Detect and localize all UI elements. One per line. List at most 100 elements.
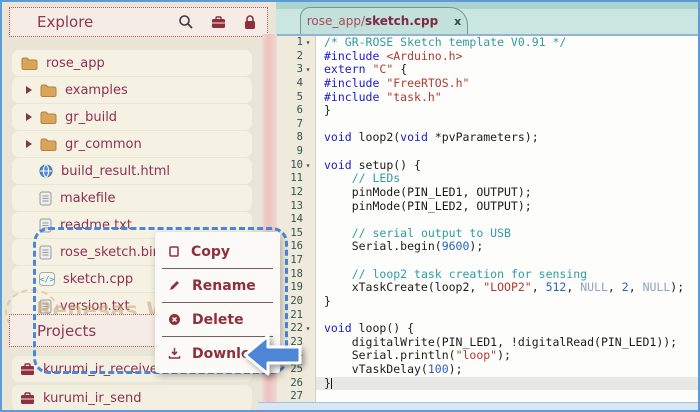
fold-toggle-icon[interactable]: ▾ [303, 36, 313, 50]
tab-rose-app-sketch-cpp[interactable]: rose_app/sketch.cpp x [300, 7, 468, 34]
code-line-content[interactable]: digitalWrite(PIN_LED1, !digitalRead(PIN_… [316, 336, 698, 350]
code-line-content[interactable] [316, 145, 698, 159]
editor-horizontal-scrollbar[interactable] [258, 402, 698, 410]
code-line-content[interactable]: // loop2 task creation for sensing [316, 268, 698, 282]
gutter-cell: 9 [276, 145, 316, 159]
lock-icon[interactable] [243, 14, 257, 30]
menu-item-label: Copy [191, 244, 230, 260]
code-line: 17 [276, 254, 698, 268]
expand-icon[interactable] [25, 85, 33, 95]
code-token: ); [670, 280, 684, 294]
code-line: 16 Serial.begin(9600); [276, 240, 698, 254]
tree-item-label: rose_app [46, 56, 105, 71]
code-line-content[interactable]: // LEDs [316, 172, 698, 186]
text-cursor [331, 378, 332, 389]
line-number: 11 [290, 172, 303, 186]
code-line-content[interactable] [316, 118, 698, 132]
tab-title: rose_app/sketch.cpp [307, 14, 438, 28]
fold-toggle-icon[interactable]: ▾ [303, 159, 313, 173]
code-line-content[interactable] [316, 213, 698, 227]
code-line-content[interactable]: #include "FreeRTOS.h" [316, 77, 698, 91]
tree-item-build_result.html[interactable]: build_result.html [12, 158, 252, 184]
line-number: 18 [290, 268, 303, 282]
line-number: 12 [290, 186, 303, 200]
toolbox-icon [20, 392, 35, 405]
code-line-content[interactable] [316, 309, 698, 323]
tab-layer: rose_app/sketch.cpp x [276, 2, 698, 34]
code-line: 5#include "task.h" [276, 91, 698, 105]
menu-item-label: Rename [192, 278, 256, 294]
code-line-content[interactable]: // serial output to USB [316, 227, 698, 241]
code-token: void [324, 130, 352, 144]
line-number: 7 [297, 118, 303, 132]
tree-item-gr_build[interactable]: gr_build [12, 104, 252, 130]
code-line-content[interactable]: vTaskDelay(100); [316, 363, 698, 377]
toolbox-icon [20, 363, 35, 376]
code-token: NULL [643, 280, 671, 294]
menu-item-copy[interactable]: Copy [155, 235, 280, 268]
code-token: // LEDs [352, 171, 400, 185]
code-line-content[interactable] [316, 254, 698, 268]
code-line-content[interactable]: } [316, 377, 698, 391]
expand-icon[interactable] [25, 112, 33, 122]
code-token: ); [449, 362, 463, 376]
code-line: 8void loop2(void *pvParameters); [276, 131, 698, 145]
tree-item-label: build_result.html [61, 164, 170, 179]
code-token: 2 [622, 280, 629, 294]
code-line-content[interactable]: pinMode(PIN_LED1, OUTPUT); [316, 186, 698, 200]
code-line-content[interactable]: xTaskCreate(loop2, "LOOP2", 512, NULL, 2… [316, 281, 698, 295]
code-token: #include [324, 76, 379, 90]
project-item-kurumi_ir_send[interactable]: kurumi_ir_send [12, 385, 252, 411]
code-line: 4 #include "FreeRTOS.h" [276, 77, 698, 91]
line-number: 10 [290, 159, 303, 173]
code-line-content[interactable]: void setup() { [316, 159, 698, 173]
toolbox-icon[interactable] [211, 16, 226, 29]
line-number: 21 [290, 309, 303, 323]
code-token: , [608, 280, 622, 294]
code-token: void [400, 130, 428, 144]
code-token: // serial output to USB [352, 226, 511, 240]
menu-item-rename[interactable]: Rename [155, 269, 280, 302]
fold-toggle-icon[interactable]: ▾ [303, 63, 313, 77]
code-line-content[interactable]: #include "task.h" [316, 91, 698, 105]
menu-item-delete[interactable]: Delete [155, 303, 280, 336]
explorer-header: Explore [9, 7, 268, 37]
explorer-title: Explore [37, 13, 178, 31]
code-line-content[interactable]: } [316, 295, 698, 309]
code-token: 100 [428, 362, 449, 376]
tree-item-examples[interactable]: examples [12, 77, 252, 103]
code-line: 6} [276, 104, 698, 118]
code-line-content[interactable]: /* GR-ROSE Sketch template V0.91 */ [316, 36, 698, 50]
code-line: 21 [276, 309, 698, 323]
tree-item-label: examples [65, 83, 128, 98]
code-line-content[interactable]: void loop2(void *pvParameters); [316, 131, 698, 145]
code-line: 9 [276, 145, 698, 159]
code-line-content[interactable]: Serial.println("loop"); [316, 349, 698, 363]
expand-icon[interactable] [25, 139, 33, 149]
tree-item-makefile[interactable]: makefile [12, 185, 252, 211]
code-line-content[interactable]: Serial.begin(9600); [316, 240, 698, 254]
tab-close-icon[interactable]: x [454, 15, 461, 28]
gutter-cell: 12 [276, 186, 316, 200]
tree-item-gr_common[interactable]: gr_common [12, 131, 252, 157]
code-line: 14 [276, 213, 698, 227]
code-token: { [393, 62, 407, 76]
code-line-content[interactable]: extern "C" { [316, 63, 698, 77]
code-line-content[interactable]: pinMode(PIN_LED2, OUTPUT); [316, 200, 698, 214]
line-number: 19 [290, 281, 303, 295]
code-line-content[interactable]: } [316, 104, 698, 118]
line-number: 4 [297, 77, 303, 91]
search-icon[interactable] [178, 14, 194, 30]
code-token: void [324, 158, 352, 172]
tree-item-rose_app[interactable]: rose_app [12, 50, 252, 76]
code-line-content[interactable]: void loop() { [316, 322, 698, 336]
tab-file-name: sketch.cpp [365, 14, 438, 28]
code-token [324, 267, 352, 281]
rename-icon [168, 279, 181, 292]
fold-toggle-icon[interactable]: ▾ [303, 322, 313, 336]
code-token: Serial.begin( [324, 239, 442, 253]
gutter-cell: 1▾ [276, 36, 316, 50]
project-item-label: kurumi_ir_send [43, 391, 141, 406]
gutter-cell: 14 [276, 213, 316, 227]
code-line-content[interactable]: #include <Arduino.h> [316, 50, 698, 64]
